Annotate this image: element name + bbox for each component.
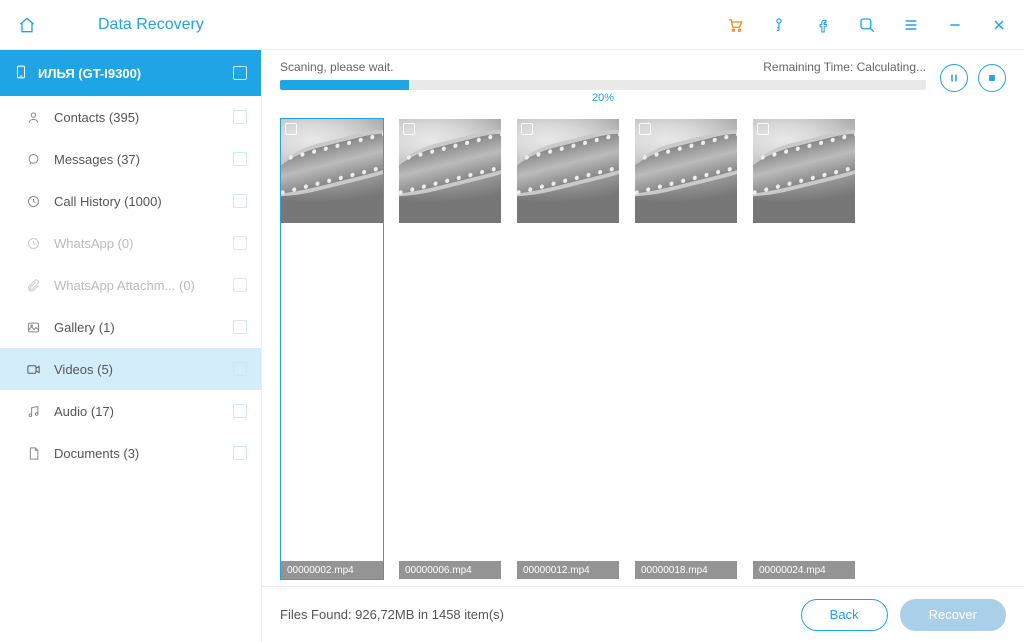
sidebar-item-checkbox[interactable] (233, 278, 247, 292)
back-button[interactable]: Back (801, 599, 888, 631)
contacts-icon (24, 110, 42, 125)
file-name: 00000024.mp4 (753, 561, 855, 579)
sidebar-item-checkbox[interactable] (233, 362, 247, 376)
attachment-icon (24, 278, 42, 293)
file-checkbox[interactable] (757, 123, 769, 135)
home-button[interactable] (16, 14, 38, 36)
sidebar-item-checkbox[interactable] (233, 320, 247, 334)
sidebar-item-checkbox[interactable] (233, 236, 247, 250)
file-name: 00000006.mp4 (399, 561, 501, 579)
sidebar-item-attachment: WhatsApp Attachm... (0) (0, 264, 261, 306)
sidebar-item-documents[interactable]: Documents (3) (0, 432, 261, 474)
file-name: 00000018.mp4 (635, 561, 737, 579)
file-thumbnail[interactable]: 00000024.mp4 (752, 118, 856, 580)
callhistory-icon (24, 194, 42, 209)
footer-status: Files Found: 926,72MB in 1458 item(s) (280, 607, 504, 622)
video-thumbnail-image (281, 119, 383, 223)
facebook-icon[interactable] (814, 16, 832, 34)
sidebar-item-label: Contacts (395) (54, 110, 139, 125)
app-window: Data Recovery (0, 0, 1024, 642)
sidebar-item-videos[interactable]: Videos (5) (0, 348, 261, 390)
sidebar: ИЛЬЯ (GT-I9300) Contacts (395) Messages (… (0, 50, 262, 642)
sidebar-item-contacts[interactable]: Contacts (395) (0, 96, 261, 138)
close-button[interactable] (990, 16, 1008, 34)
video-thumbnail-image (753, 119, 855, 223)
recover-button[interactable]: Recover (900, 599, 1006, 631)
sidebar-item-checkbox[interactable] (233, 446, 247, 460)
file-thumbnail[interactable]: 00000002.mp4 (280, 118, 384, 580)
messages-icon (24, 152, 42, 167)
sidebar-item-label: Documents (3) (54, 446, 139, 461)
sidebar-item-label: Messages (37) (54, 152, 140, 167)
sidebar-item-label: Audio (17) (54, 404, 114, 419)
sidebar-item-callhistory[interactable]: Call History (1000) (0, 180, 261, 222)
search-icon[interactable] (858, 16, 876, 34)
menu-icon[interactable] (902, 16, 920, 34)
pause-scan-button[interactable] (940, 64, 968, 92)
sidebar-item-label: WhatsApp Attachm... (0) (54, 278, 195, 293)
sidebar-item-gallery[interactable]: Gallery (1) (0, 306, 261, 348)
file-thumbnail[interactable]: 00000012.mp4 (516, 118, 620, 580)
file-checkbox[interactable] (403, 123, 415, 135)
gallery-icon (24, 320, 42, 335)
sidebar-item-checkbox[interactable] (233, 110, 247, 124)
main-panel: Scaning, please wait. Remaining Time: Ca… (262, 50, 1024, 642)
sidebar-item-label: WhatsApp (0) (54, 236, 133, 251)
file-thumbnail[interactable]: 00000018.mp4 (634, 118, 738, 580)
stop-scan-button[interactable] (978, 64, 1006, 92)
video-thumbnail-image (635, 119, 737, 223)
minimize-button[interactable] (946, 16, 964, 34)
documents-icon (24, 446, 42, 461)
sidebar-item-label: Gallery (1) (54, 320, 115, 335)
file-checkbox[interactable] (521, 123, 533, 135)
file-name: 00000002.mp4 (281, 561, 383, 579)
page-title: Data Recovery (98, 16, 204, 34)
file-checkbox[interactable] (285, 123, 297, 135)
titlebar: Data Recovery (0, 0, 1024, 50)
sidebar-item-messages[interactable]: Messages (37) (0, 138, 261, 180)
footer: Files Found: 926,72MB in 1458 item(s) Ba… (262, 586, 1024, 642)
sidebar-item-checkbox[interactable] (233, 152, 247, 166)
audio-icon (24, 404, 42, 419)
sidebar-device-header[interactable]: ИЛЬЯ (GT-I9300) (0, 50, 261, 96)
device-checkbox[interactable] (233, 66, 247, 80)
file-grid: 00000002.mp4 00000006.mp4 00000012.mp4 0000… (262, 112, 1024, 586)
whatsapp-icon (24, 236, 42, 251)
phone-icon (14, 63, 28, 84)
sidebar-item-label: Call History (1000) (54, 194, 162, 209)
videos-icon (24, 362, 42, 377)
scan-bar: Scaning, please wait. Remaining Time: Ca… (262, 50, 1024, 112)
sidebar-item-checkbox[interactable] (233, 194, 247, 208)
sidebar-item-whatsapp: WhatsApp (0) (0, 222, 261, 264)
scan-remaining-text: Remaining Time: Calculating... (763, 60, 926, 74)
cart-icon[interactable] (726, 16, 744, 34)
video-thumbnail-image (399, 119, 501, 223)
scan-status-text: Scaning, please wait. (280, 60, 393, 74)
key-icon[interactable] (770, 16, 788, 34)
video-thumbnail-image (517, 119, 619, 223)
file-name: 00000012.mp4 (517, 561, 619, 579)
sidebar-item-label: Videos (5) (54, 362, 113, 377)
device-label: ИЛЬЯ (GT-I9300) (38, 66, 141, 81)
sidebar-item-audio[interactable]: Audio (17) (0, 390, 261, 432)
scan-progress (280, 80, 926, 90)
titlebar-actions (726, 16, 1008, 34)
file-thumbnail[interactable]: 00000006.mp4 (398, 118, 502, 580)
scan-percent-text: 20% (280, 92, 926, 104)
file-checkbox[interactable] (639, 123, 651, 135)
sidebar-item-checkbox[interactable] (233, 404, 247, 418)
